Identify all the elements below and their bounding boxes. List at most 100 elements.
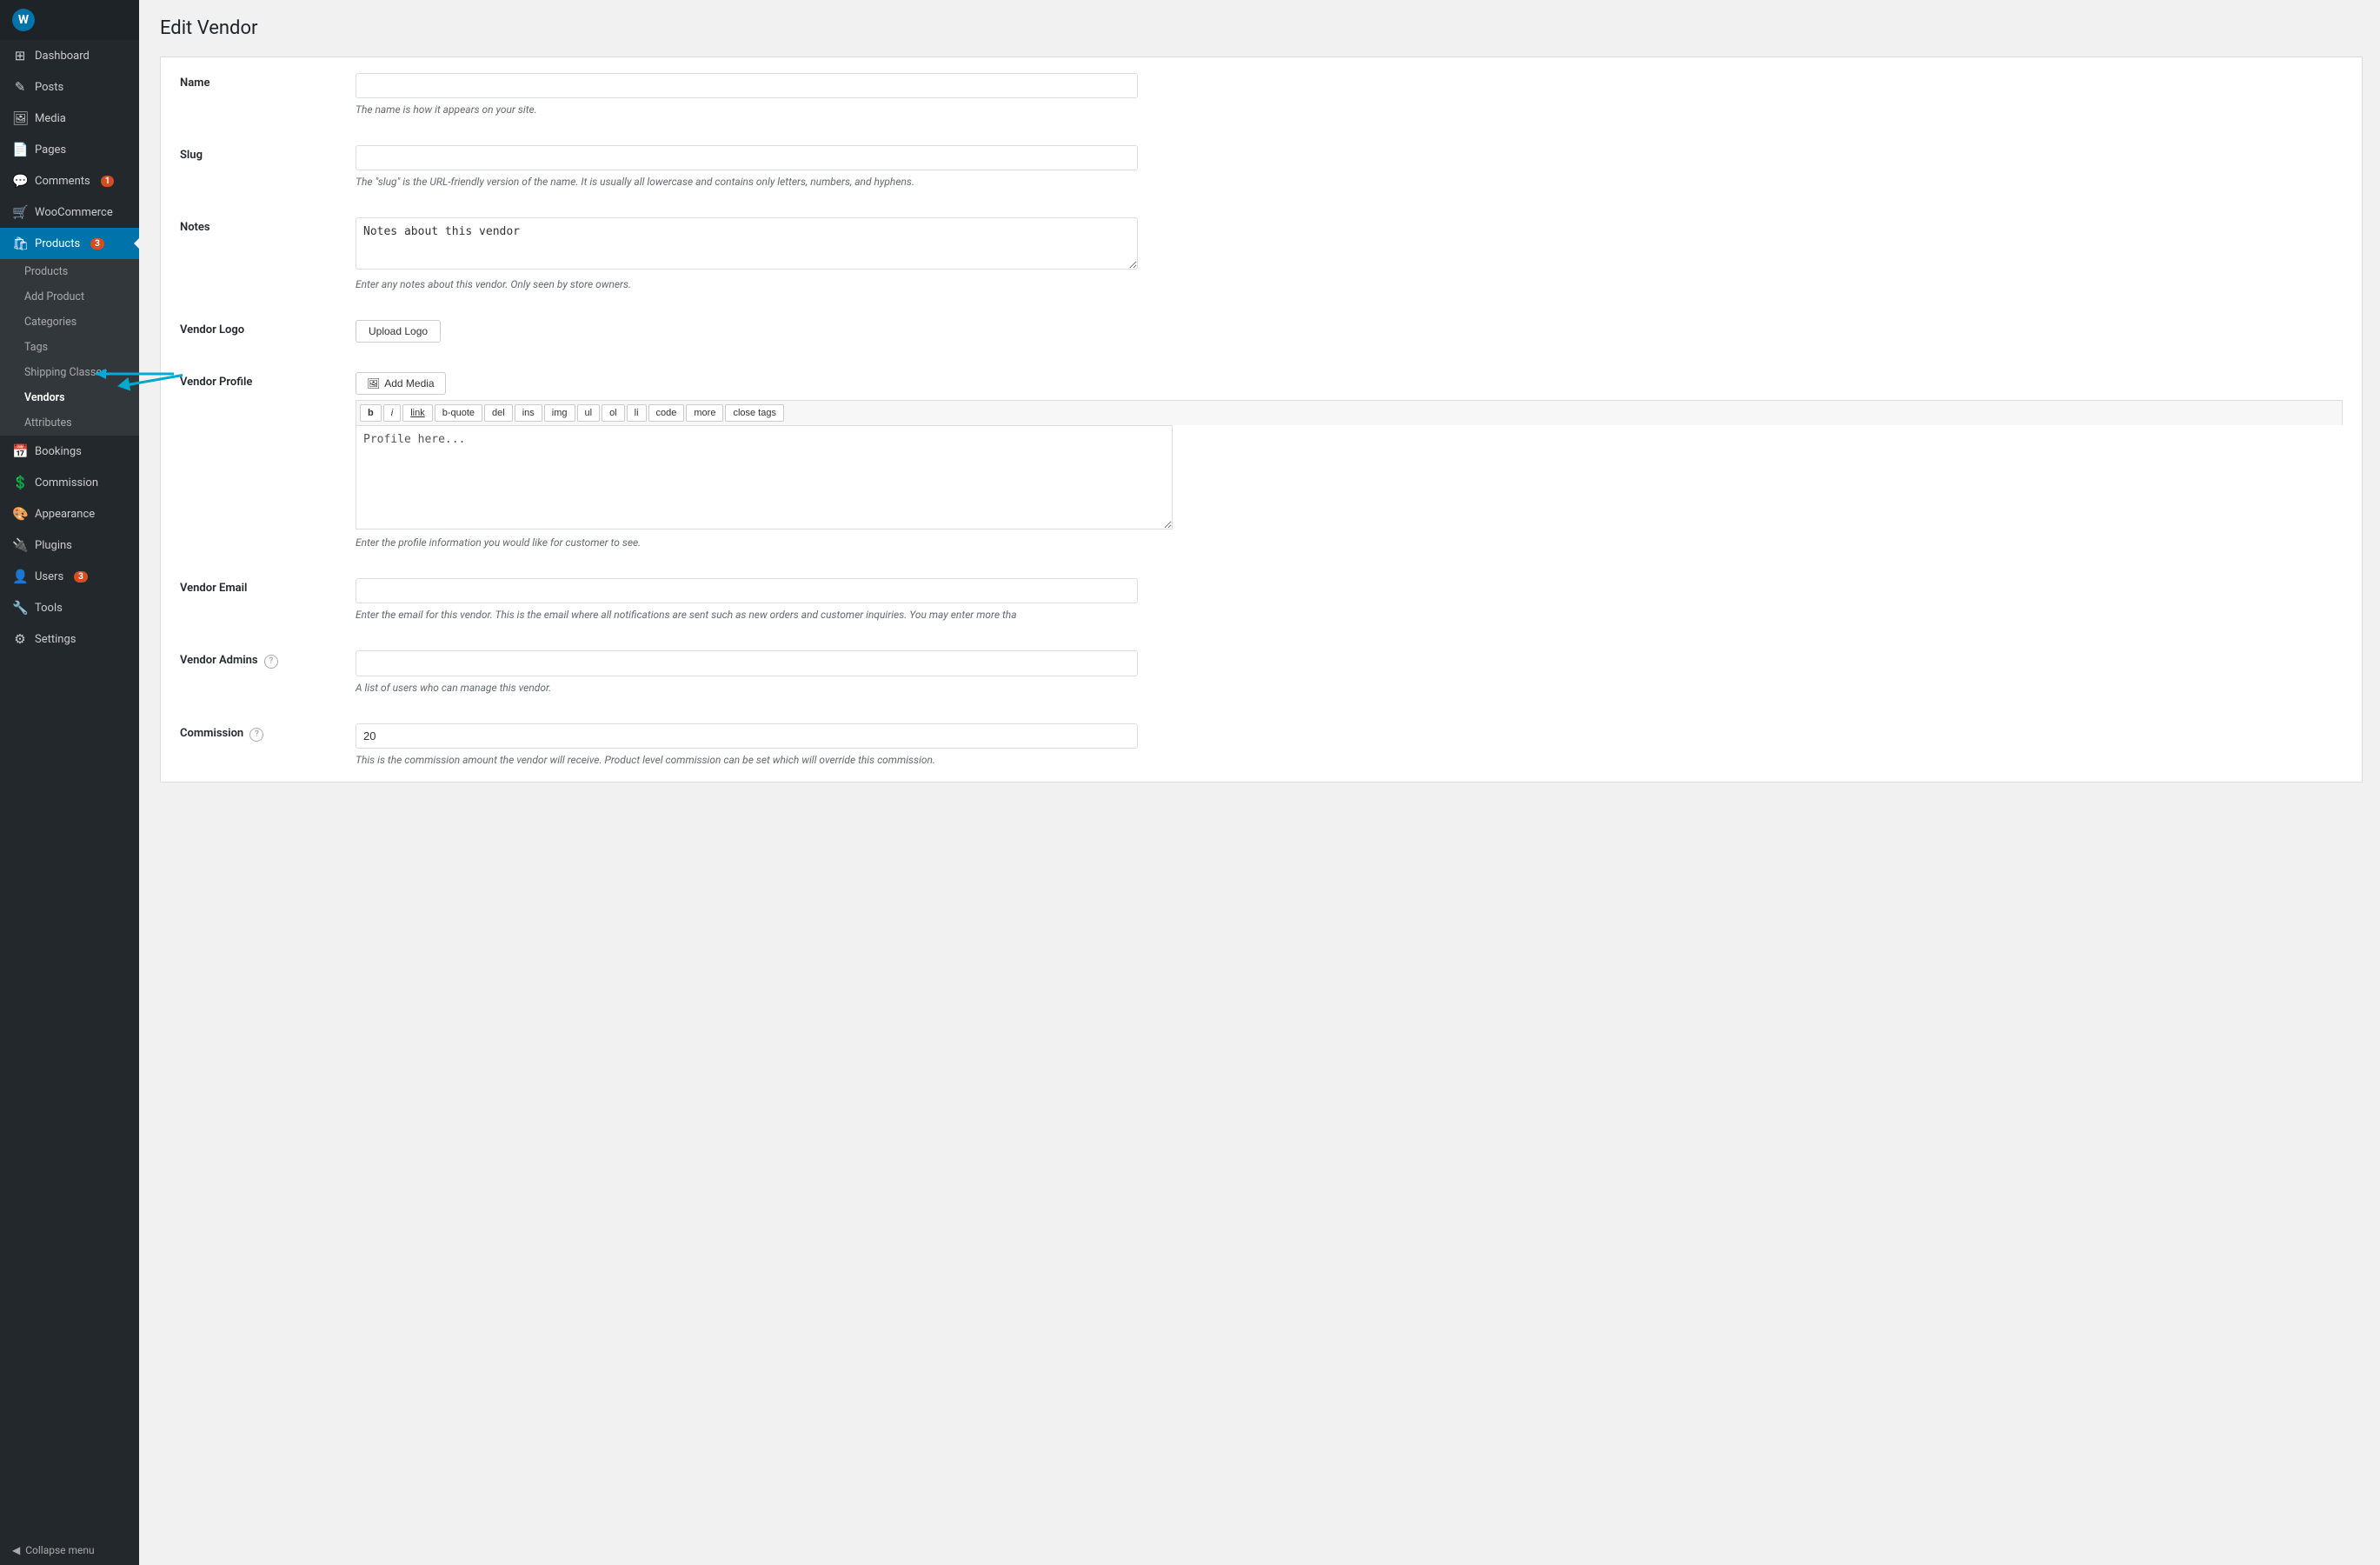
profile-description: Enter the profile information you would … [356,536,2343,549]
editor-btn-code[interactable]: code [648,404,685,422]
pages-icon: 📄 [12,142,28,157]
notes-textarea[interactable]: Notes about this vendor [356,217,1138,270]
editor-btn-i[interactable]: i [383,404,401,422]
sidebar-item-pages[interactable]: 📄 Pages [0,134,139,165]
commission-help-icon[interactable]: ? [249,728,263,742]
posts-icon: ✎ [12,79,28,95]
submenu-item-products[interactable]: Products [0,259,139,284]
commission-description: This is the commission amount the vendor… [356,754,2343,766]
vendor-admins-input[interactable] [356,650,1138,676]
sidebar-label-settings: Settings [35,633,76,646]
commission-input[interactable] [356,723,1138,749]
appearance-icon: 🎨 [12,506,28,522]
vendor-email-cell: Enter the email for this vendor. This is… [338,564,2360,635]
editor-btn-more[interactable]: more [686,404,723,422]
editor-btn-ul[interactable]: ul [577,404,601,422]
sidebar-logo: W [0,0,139,40]
sidebar-label-bookings: Bookings [35,445,82,458]
media-toolbar: 🖼 Add Media b i link b-quote del ins img [356,372,2343,529]
editor-btn-bquote[interactable]: b-quote [435,404,482,422]
sidebar-item-media[interactable]: 🖼 Media [0,103,139,134]
vendor-profile-label: Vendor Profile [163,358,336,563]
name-input[interactable] [356,73,1138,98]
vendor-logo-label: Vendor Logo [163,306,336,356]
sidebar-item-tools[interactable]: 🔧 Tools [0,592,139,623]
slug-description: The "slug" is the URL-friendly version o… [356,176,2343,188]
submenu-item-categories[interactable]: Categories [0,310,139,335]
edit-vendor-form: Name The name is how it appears on your … [160,57,2363,782]
sidebar-item-settings[interactable]: ⚙ Settings [0,623,139,655]
vendor-email-description: Enter the email for this vendor. This is… [356,609,2343,621]
submenu-item-shipping-classes[interactable]: Shipping Classes [0,360,139,385]
editor-btn-close-tags[interactable]: close tags [725,404,784,422]
commission-icon: 💲 [12,475,28,490]
commission-label: Commission ? [163,709,336,780]
submenu-item-attributes[interactable]: Attributes [0,410,139,436]
sidebar-item-appearance[interactable]: 🎨 Appearance [0,498,139,529]
sidebar-item-dashboard[interactable]: ⊞ Dashboard [0,40,139,71]
vendor-email-label: Vendor Email [163,564,336,635]
sidebar-item-commission[interactable]: 💲 Commission [0,467,139,498]
notes-cell: Notes about this vendor Enter any notes … [338,203,2360,304]
submenu-item-add-product[interactable]: Add Product [0,284,139,310]
users-badge: 3 [74,571,88,583]
name-row: Name The name is how it appears on your … [163,59,2360,130]
sidebar-label-woocommerce: WooCommerce [35,206,113,219]
sidebar-item-woocommerce[interactable]: 🛒 WooCommerce [0,196,139,228]
slug-cell: The "slug" is the URL-friendly version o… [338,131,2360,202]
upload-logo-button[interactable]: Upload Logo [356,320,441,343]
editor-btn-link[interactable]: link [402,404,433,422]
editor-btn-del[interactable]: del [484,404,513,422]
sidebar-item-bookings[interactable]: 📅 Bookings [0,436,139,467]
vendor-email-input[interactable] [356,578,1138,603]
products-icon: 🛍 [12,236,28,251]
sidebar-item-products[interactable]: 🛍 Products 3 [0,228,139,259]
vendor-admins-cell: A list of users who can manage this vend… [338,636,2360,708]
editor-buttons-toolbar: b i link b-quote del ins img ul ol li co… [356,400,2343,425]
main-content: Edit Vendor Name The name is how it appe… [139,0,2380,1565]
add-media-label: Add Media [384,377,434,390]
add-media-icon: 🖼 [367,377,380,390]
editor-btn-ins[interactable]: ins [515,404,542,422]
submenu-item-tags[interactable]: Tags [0,335,139,360]
editor-btn-b[interactable]: b [360,404,382,422]
collapse-menu[interactable]: ◀ Collapse menu [0,1535,139,1565]
sidebar-label-comments: Comments [35,175,90,188]
name-description: The name is how it appears on your site. [356,103,2343,116]
dashboard-icon: ⊞ [12,48,28,63]
notes-label: Notes [163,203,336,304]
profile-textarea[interactable]: Profile here... [356,425,1173,529]
sidebar-item-comments[interactable]: 💬 Comments 1 [0,165,139,196]
editor-btn-ol[interactable]: ol [602,404,625,422]
slug-input[interactable] [356,145,1138,170]
sidebar-item-posts[interactable]: ✎ Posts [0,71,139,103]
users-icon: 👤 [12,569,28,584]
wordpress-icon: W [12,9,35,31]
sidebar-item-users[interactable]: 👤 Users 3 [0,561,139,592]
editor-btn-li[interactable]: li [627,404,647,422]
submenu-item-vendors[interactable]: Vendors [0,385,139,410]
sidebar: W ⊞ Dashboard ✎ Posts 🖼 Media 📄 Pages 💬 … [0,0,139,1565]
sidebar-item-plugins[interactable]: 🔌 Plugins [0,529,139,561]
vendor-admins-help-icon[interactable]: ? [264,655,278,669]
plugins-icon: 🔌 [12,537,28,553]
vendor-admins-label: Vendor Admins ? [163,636,336,708]
commission-row: Commission ? This is the commission amou… [163,709,2360,780]
sidebar-label-commission: Commission [35,476,98,489]
editor-btn-img[interactable]: img [544,404,575,422]
add-media-button[interactable]: 🖼 Add Media [356,372,446,395]
notes-description: Enter any notes about this vendor. Only … [356,278,2343,290]
vendor-profile-row: Vendor Profile 🖼 Add Media b i link [163,358,2360,563]
bookings-icon: 📅 [12,443,28,459]
name-label: Name [163,59,336,130]
slug-label: Slug [163,131,336,202]
name-cell: The name is how it appears on your site. [338,59,2360,130]
vendor-logo-row: Vendor Logo Upload Logo [163,306,2360,356]
sidebar-label-posts: Posts [35,81,63,94]
collapse-icon: ◀ [12,1544,20,1556]
vendor-profile-cell: 🖼 Add Media b i link b-quote del ins img [338,358,2360,563]
sidebar-label-tools: Tools [35,602,63,615]
woocommerce-icon: 🛒 [12,204,28,220]
comments-icon: 💬 [12,173,28,189]
sidebar-label-users: Users [35,570,63,583]
